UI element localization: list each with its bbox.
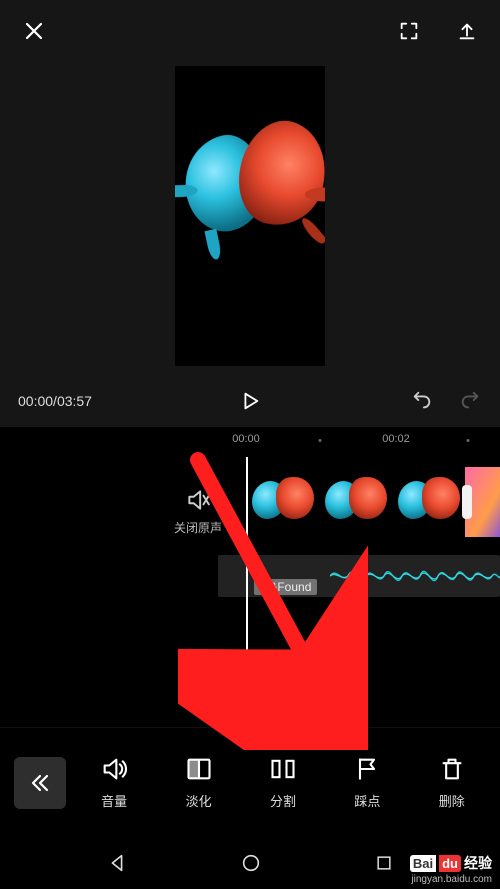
top-bar bbox=[0, 0, 500, 62]
watermark-brand2: du bbox=[439, 855, 461, 872]
ruler-mark: 00:02 bbox=[382, 433, 410, 445]
ruler-mark: 00:00 bbox=[232, 433, 260, 445]
flag-icon bbox=[352, 755, 382, 783]
tool-label: 音量 bbox=[101, 791, 127, 810]
expand-icon bbox=[398, 20, 420, 42]
audio-clip-name: st&Found bbox=[254, 579, 317, 595]
tool-volume[interactable]: 音量 bbox=[99, 755, 129, 810]
nav-recent[interactable] bbox=[374, 853, 394, 873]
timeline[interactable]: 00:00 00:02 关闭原声 st&Found bbox=[0, 427, 500, 727]
undo-button[interactable] bbox=[410, 390, 434, 412]
tool-split[interactable]: 分割 bbox=[268, 755, 298, 810]
watermark-text: 经验 bbox=[464, 853, 492, 873]
playhead[interactable] bbox=[246, 457, 248, 727]
close-icon bbox=[22, 19, 46, 43]
video-thumb bbox=[319, 467, 392, 537]
timecode: 00:00/03:57 bbox=[18, 393, 92, 409]
video-track[interactable] bbox=[246, 467, 500, 537]
collapse-toolbar-button[interactable] bbox=[14, 757, 66, 809]
triangle-back-icon bbox=[106, 852, 128, 874]
fullscreen-button[interactable] bbox=[398, 19, 420, 43]
ruler-dot bbox=[319, 439, 322, 442]
trash-icon bbox=[437, 755, 467, 783]
upload-icon bbox=[456, 19, 478, 43]
preview-area bbox=[0, 62, 500, 392]
tool-fade[interactable]: 淡化 bbox=[184, 755, 214, 810]
square-recent-icon bbox=[374, 853, 394, 873]
play-button[interactable] bbox=[239, 389, 261, 413]
waveform bbox=[330, 559, 500, 593]
chevron-double-left-icon bbox=[28, 771, 52, 795]
volume-icon bbox=[99, 755, 129, 783]
clip-edge-handle[interactable] bbox=[462, 485, 472, 519]
current-time: 00:00 bbox=[18, 393, 53, 409]
tool-label: 淡化 bbox=[186, 791, 212, 810]
tool-beat[interactable]: 踩点 bbox=[352, 755, 382, 810]
tool-label: 踩点 bbox=[354, 791, 380, 810]
circle-home-icon bbox=[240, 852, 262, 874]
time-ruler: 00:00 00:02 bbox=[0, 433, 500, 453]
mute-icon bbox=[185, 487, 211, 513]
redo-button[interactable] bbox=[458, 390, 482, 412]
undo-icon bbox=[410, 390, 434, 412]
nav-home[interactable] bbox=[240, 852, 262, 874]
tool-label: 分割 bbox=[270, 791, 296, 810]
transport-bar: 00:00/03:57 bbox=[0, 375, 500, 427]
audio-track[interactable]: st&Found bbox=[218, 555, 500, 597]
ruler-dot bbox=[467, 439, 470, 442]
split-icon bbox=[268, 755, 298, 783]
tool-label: 删除 bbox=[439, 791, 465, 810]
redo-icon bbox=[458, 390, 482, 412]
tool-delete[interactable]: 删除 bbox=[437, 755, 467, 810]
close-button[interactable] bbox=[22, 19, 46, 43]
video-thumb bbox=[246, 467, 319, 537]
mute-label: 关闭原声 bbox=[174, 519, 222, 536]
fade-icon bbox=[184, 755, 214, 783]
video-thumb bbox=[392, 467, 465, 537]
preview-canvas[interactable] bbox=[175, 66, 325, 366]
export-button[interactable] bbox=[456, 19, 478, 43]
watermark-brand1: Bai bbox=[410, 855, 436, 872]
watermark: Baidu 经验 jingyan.baidu.com bbox=[410, 853, 492, 885]
total-time: 03:57 bbox=[57, 393, 92, 409]
nav-back[interactable] bbox=[106, 852, 128, 874]
bottom-toolbar: 音量 淡化 分割 踩点 删除 bbox=[0, 727, 500, 837]
play-icon bbox=[239, 389, 261, 413]
watermark-url: jingyan.baidu.com bbox=[410, 874, 492, 885]
mute-original-audio[interactable]: 关闭原声 bbox=[174, 487, 222, 536]
